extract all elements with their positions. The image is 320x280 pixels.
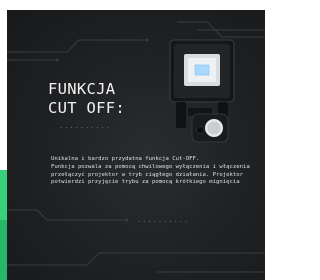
dark-panel: FUNKCJA CUT OFF: ·········· Unikalna i b… — [7, 10, 265, 280]
decorative-dots-bottom: ·········· — [137, 218, 190, 226]
description-paragraph-1: Unikalna i bardzo przydatna funkcja Cut-… — [51, 156, 200, 162]
decorative-dots-top: ·········· — [59, 124, 112, 132]
description: Unikalna i bardzo przydatna funkcja Cut-… — [51, 156, 256, 188]
page: FUNKCJA CUT OFF: ·········· Unikalna i b… — [0, 0, 273, 280]
headline-line-1: FUNKCJA — [48, 80, 116, 98]
floodlight-with-motion-sensor-icon — [169, 39, 235, 143]
headline: FUNKCJA CUT OFF: — [48, 80, 125, 118]
headline-line-2: CUT OFF: — [48, 99, 126, 117]
description-paragraph-2: Funkcja pozwala za pomocą chwilowego wył… — [51, 164, 250, 186]
accent-bar — [0, 170, 7, 280]
